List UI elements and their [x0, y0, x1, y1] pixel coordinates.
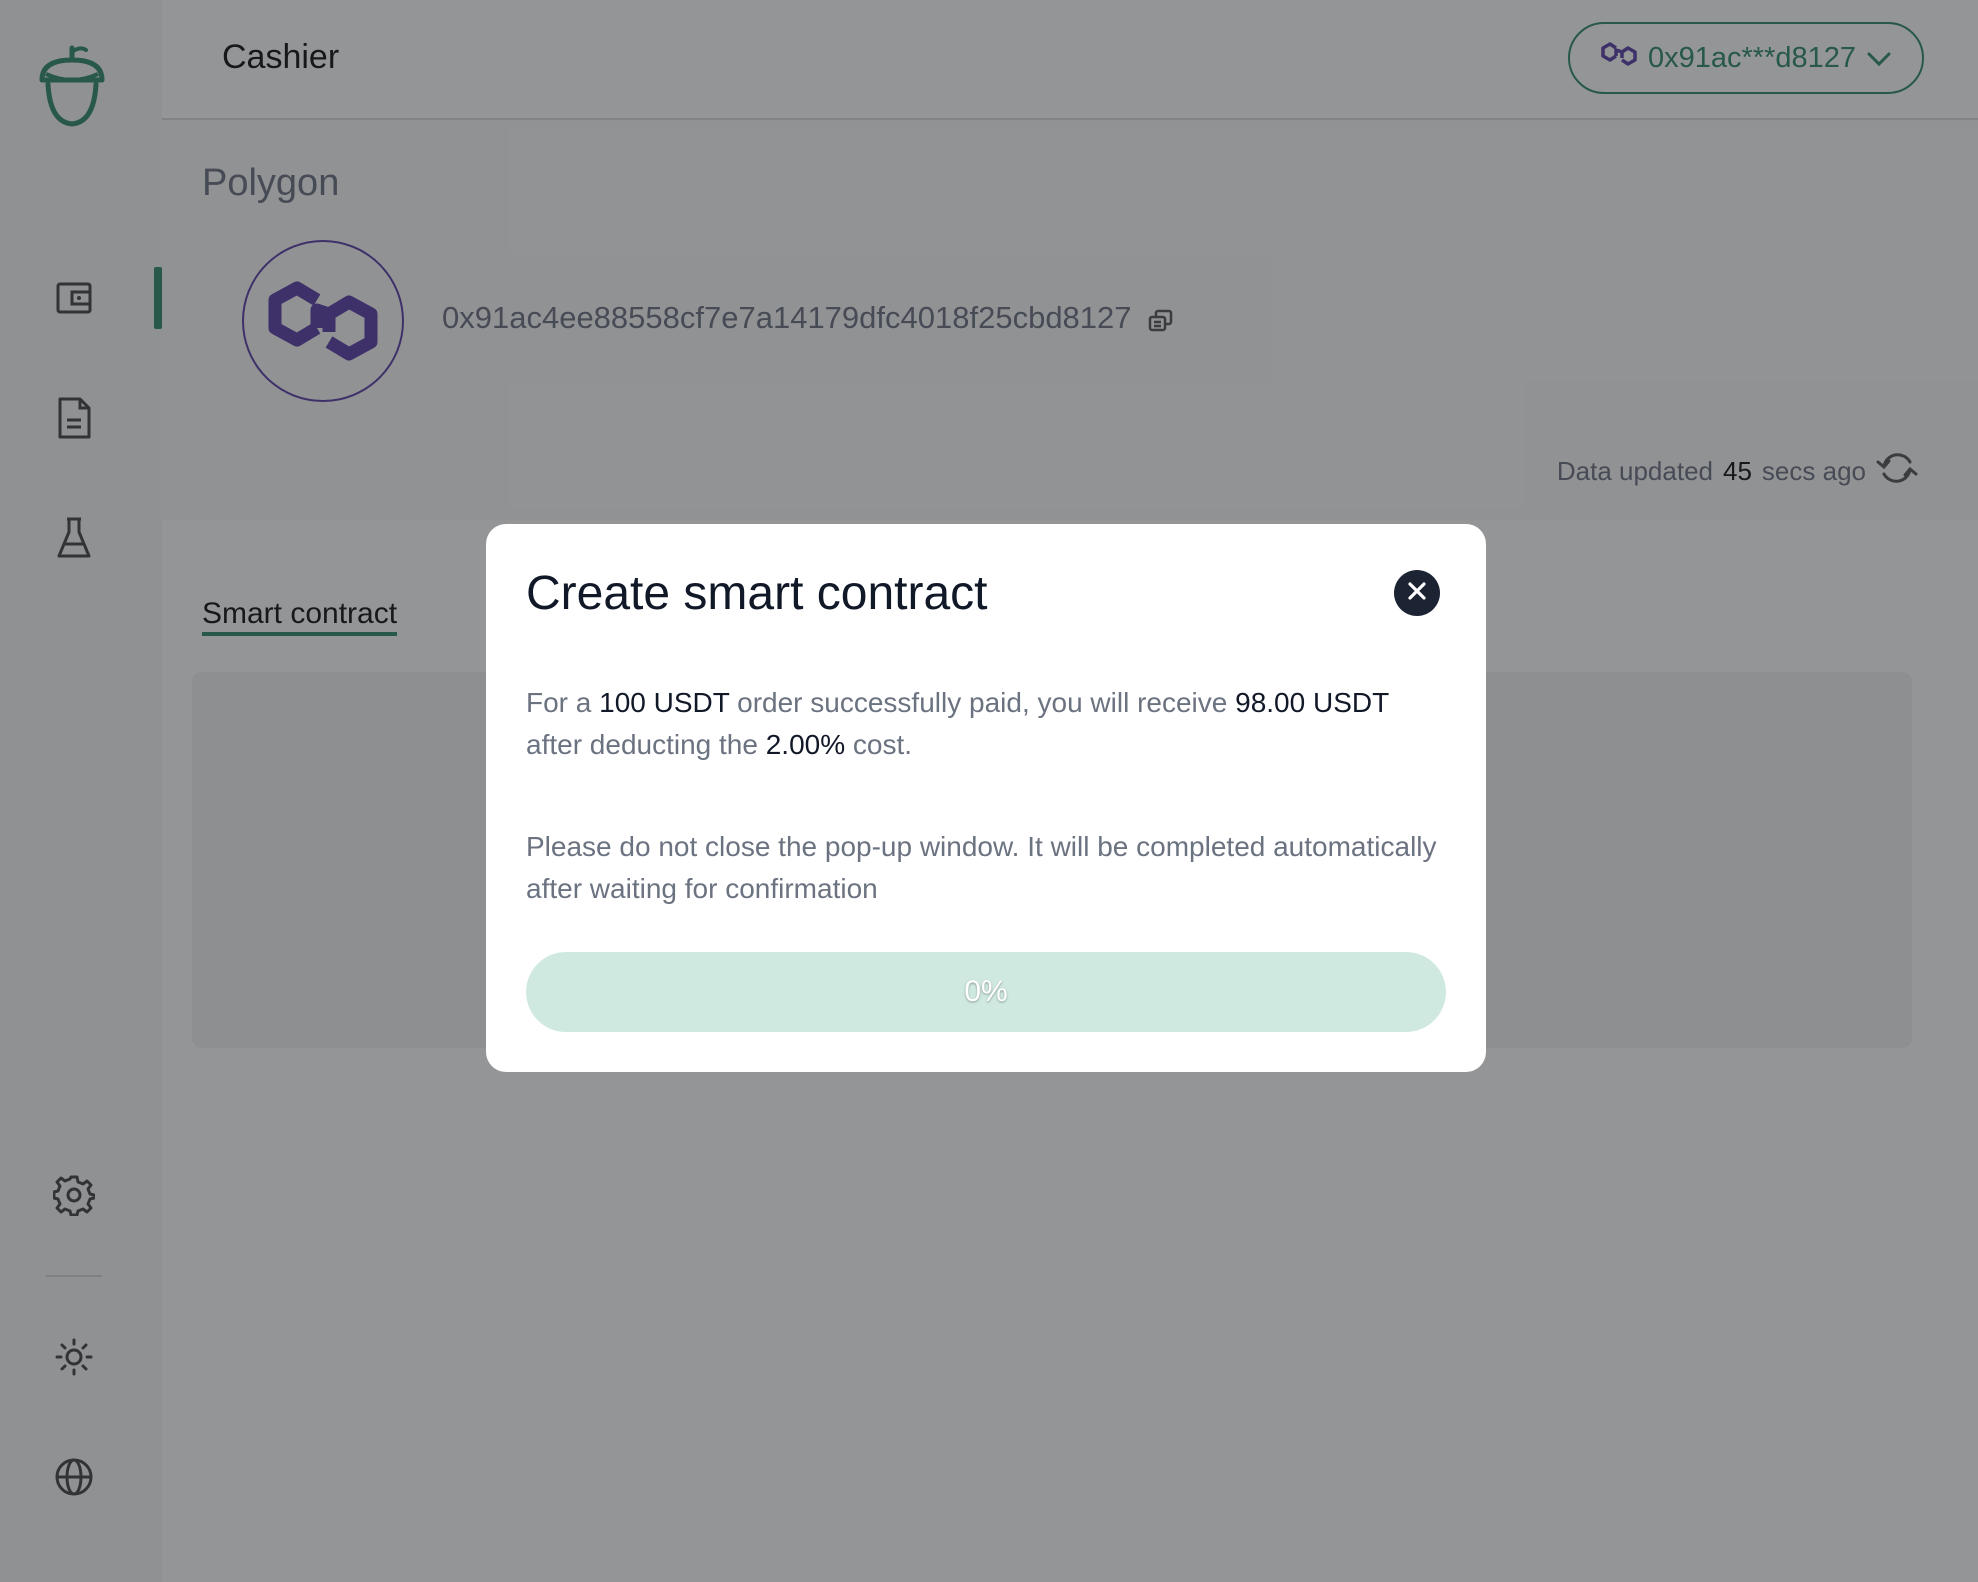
create-contract-dialog: Create smart contract For a 100 USDT ord…: [486, 524, 1486, 1072]
fee-text-part: after deducting the: [526, 729, 766, 760]
fee-description: For a 100 USDT order successfully paid, …: [526, 682, 1446, 766]
fee-text-part: For a: [526, 687, 600, 718]
fee-percent: 2.00%: [765, 729, 846, 760]
order-amount: 100 USDT: [599, 687, 730, 718]
dialog-title: Create smart contract: [526, 567, 988, 620]
fee-text-part: order successfully paid, you will receiv…: [729, 687, 1236, 718]
receive-amount: 98.00 USDT: [1235, 687, 1389, 718]
fee-text-part: cost.: [845, 729, 913, 760]
close-icon: [1407, 581, 1427, 606]
progress-bar: 0%: [526, 952, 1446, 1032]
progress-label: 0%: [964, 975, 1008, 1008]
wait-notice: Please do not close the pop-up window. I…: [526, 831, 1437, 904]
close-button[interactable]: [1394, 570, 1440, 616]
